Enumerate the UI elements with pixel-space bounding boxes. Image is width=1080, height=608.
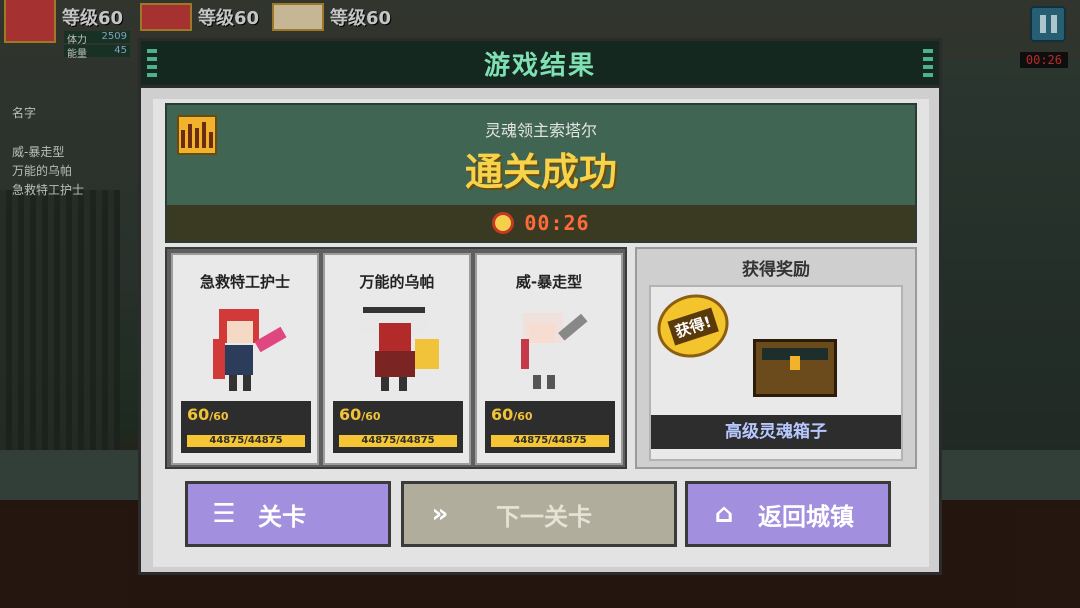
clear-time: 00:26 <box>524 211 590 235</box>
list-icon: ☰ <box>212 499 236 529</box>
result-text: 通关成功 <box>464 150 617 194</box>
hero-name: 万能的乌帕 <box>359 273 435 291</box>
modal-title-bar: 游戏结果 <box>138 38 942 88</box>
hero-level: 60/60 <box>339 405 381 424</box>
hero-stats: 60/60 44875/44875 <box>333 401 463 453</box>
obtained-badge: 获得! <box>649 285 737 367</box>
hero-hp-bar: 44875/44875 <box>491 435 609 447</box>
fast-forward-icon: » <box>431 499 449 529</box>
reward-panel: 获得奖励 获得! 高级灵魂箱子 <box>635 247 917 469</box>
reward-title: 获得奖励 <box>742 260 810 280</box>
home-icon: ⌂ <box>714 499 734 529</box>
hero-name: 威-暴走型 <box>515 273 583 291</box>
hero-card: 万能的乌帕 60/60 44875/44875 <box>323 253 471 465</box>
hero-sprite <box>521 313 588 389</box>
reward-item-name: 高级灵魂箱子 <box>651 415 901 449</box>
return-town-button[interactable]: ⌂ 返回城镇 <box>685 481 891 547</box>
hero-level: 60/60 <box>491 405 533 424</box>
stopwatch-icon <box>492 212 515 234</box>
hero-card: 急救特工护士 60/60 44875/44875 <box>171 253 319 465</box>
modal-title: 游戏结果 <box>483 50 596 81</box>
treasure-chest-icon <box>753 339 837 397</box>
game-result-modal: 游戏结果 灵魂领主索塔尔 通关成功 00:26 急救特工护士 60/60 448… <box>138 38 942 575</box>
title-decoration <box>147 49 157 79</box>
hero-name: 急救特工护士 <box>199 273 290 291</box>
hero-stats: 60/60 44875/44875 <box>485 401 615 453</box>
boss-name: 灵魂领主索塔尔 <box>484 121 597 140</box>
reward-item-box[interactable]: 获得! 高级灵魂箱子 <box>649 285 903 461</box>
title-decoration <box>923 49 933 79</box>
hero-sprite <box>213 309 287 391</box>
result-panel: 灵魂领主索塔尔 通关成功 00:26 <box>165 103 917 243</box>
hero-hp-bar: 44875/44875 <box>187 435 305 447</box>
hero-hp-bar: 44875/44875 <box>339 435 457 447</box>
stage-button[interactable]: ☰ 关卡 <box>185 481 391 547</box>
modal-content: 灵魂领主索塔尔 通关成功 00:26 急救特工护士 60/60 44875/44… <box>153 99 929 567</box>
hero-level: 60/60 <box>187 405 229 424</box>
hero-stats: 60/60 44875/44875 <box>181 401 311 453</box>
clear-time-strip: 00:26 <box>167 205 915 241</box>
hero-sprite <box>359 303 439 391</box>
next-stage-button[interactable]: » 下一关卡 <box>401 481 677 547</box>
hero-card: 威-暴走型 60/60 44875/44875 <box>475 253 623 465</box>
heroes-panel: 急救特工护士 60/60 44875/44875 万能的乌帕 60/60 448… <box>165 247 627 469</box>
